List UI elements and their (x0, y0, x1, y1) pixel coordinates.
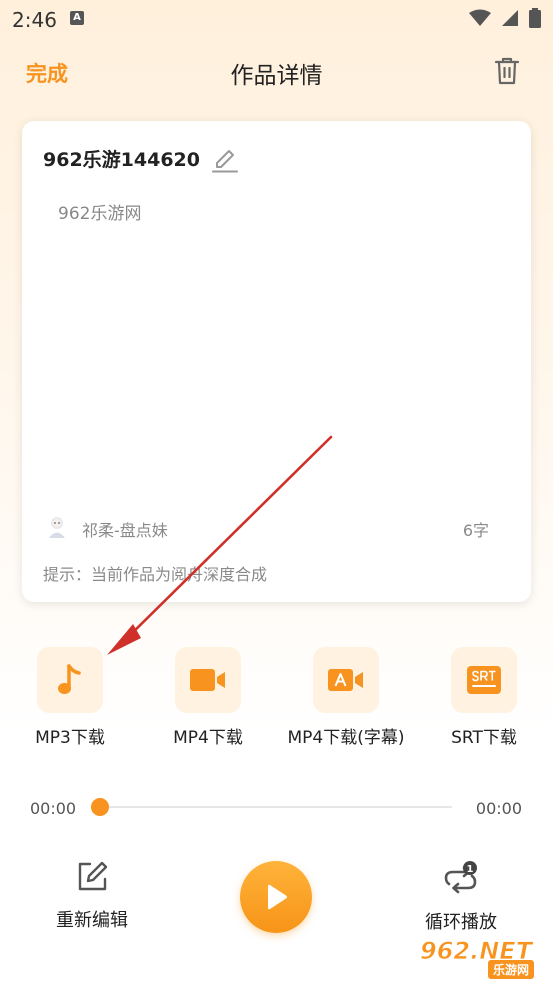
work-name: 962乐游144620 (43, 149, 200, 171)
watermark-subtitle: 乐游网 (488, 960, 535, 979)
wifi-icon (469, 9, 491, 26)
notification-icon: A (70, 11, 84, 25)
battery-icon (529, 8, 541, 28)
page-title: 作品详情 (230, 63, 323, 89)
mp3-download-button[interactable]: MP3下载 (0, 647, 140, 757)
progress-track[interactable] (100, 806, 452, 808)
loop-play-button[interactable]: 1 循环播放 (420, 860, 502, 934)
mp3-download-label: MP3下载 (35, 728, 105, 748)
mp4-subtitle-download-button[interactable]: MP4下载(字幕) (276, 647, 416, 757)
signal-icon (502, 10, 518, 26)
mp4-download-label: MP4下载 (173, 728, 243, 748)
srt-tile (451, 647, 517, 713)
srt-file-icon (467, 666, 501, 694)
mp4-tile (175, 647, 241, 713)
status-icons (469, 7, 541, 29)
music-note-icon (58, 664, 81, 694)
reedit-button[interactable]: 重新编辑 (52, 860, 132, 932)
progress-thumb[interactable] (91, 798, 109, 816)
voice-name: 祁柔-盘点妹 (82, 521, 168, 540)
delete-button[interactable] (493, 56, 521, 86)
mp4-subtitle-download-label: MP4下载(字幕) (287, 728, 405, 748)
video-subtitle-icon (328, 669, 363, 691)
work-content: 962乐游网 (58, 204, 142, 224)
play-button[interactable] (240, 861, 312, 933)
loop-badge: 1 (467, 864, 474, 875)
mp3-tile (37, 647, 103, 713)
reedit-label: 重新编辑 (56, 910, 128, 931)
loop-play-label: 循环播放 (425, 912, 497, 933)
loop-once-icon: 1 (444, 861, 477, 894)
trash-icon (494, 57, 520, 85)
edit-name-button[interactable] (210, 143, 240, 173)
status-time: 2:46 (12, 8, 57, 32)
avatar-icon (49, 517, 65, 538)
mp4-subtitle-tile (313, 647, 379, 713)
synthesis-hint: 提示：当前作品为阅舟深度合成 (43, 565, 268, 584)
watermark-logo: 962.NET 乐游网 (414, 937, 550, 980)
pencil-icon (212, 150, 238, 173)
current-time: 00:00 (30, 799, 77, 818)
voice-avatar (46, 515, 68, 539)
mp4-download-button[interactable]: MP4下载 (138, 647, 278, 757)
work-card: 962乐游144620 962乐游网 祁柔-盘点妹 6字 提示：当前作品为阅舟深… (22, 121, 531, 602)
total-time: 00:00 (475, 799, 522, 818)
srt-download-button[interactable]: SRT下载 (414, 647, 553, 757)
srt-download-label: SRT下载 (451, 728, 517, 748)
char-count: 6字 (462, 521, 489, 540)
play-icon (268, 884, 287, 910)
edit-square-icon (78, 861, 108, 891)
video-camera-icon (190, 669, 225, 691)
